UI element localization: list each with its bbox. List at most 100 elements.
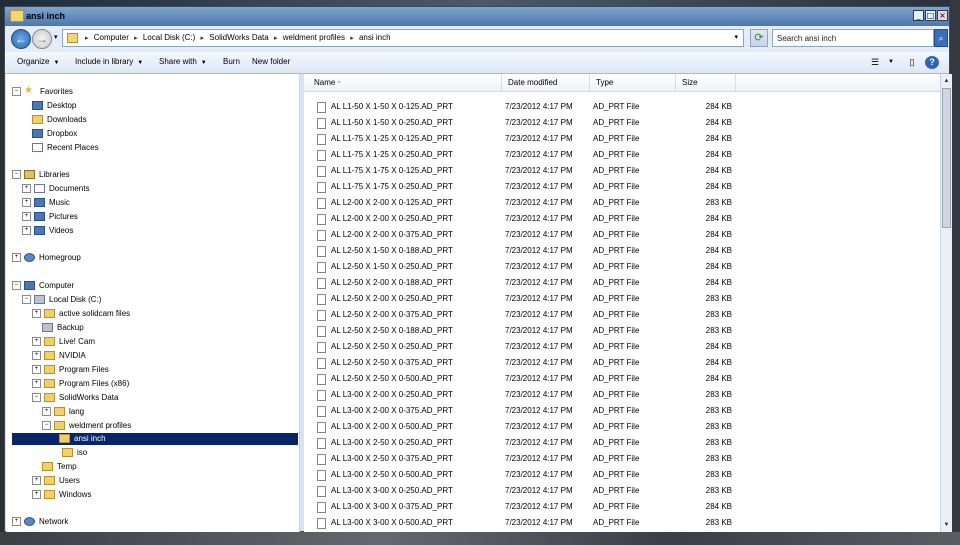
- search-icon[interactable]: ⌕: [934, 29, 948, 47]
- nav-downloads[interactable]: Downloads: [32, 114, 87, 126]
- expand-icon[interactable]: +: [32, 365, 41, 375]
- expand-icon[interactable]: +: [32, 309, 41, 319]
- expand-icon[interactable]: +: [32, 490, 41, 500]
- include-in-library-button[interactable]: Include in library ▼: [75, 57, 143, 66]
- nav-ansi-inch[interactable]: ansi inch: [12, 433, 298, 445]
- collapse-icon[interactable]: −: [12, 87, 21, 97]
- nav-libraries[interactable]: − Libraries: [12, 169, 70, 181]
- share-with-button[interactable]: Share with ▼: [159, 57, 207, 66]
- file-row[interactable]: AL L2-50 X 2-50 X 0-375.AD_PRT 7/23/2012 …: [304, 355, 940, 371]
- expand-icon[interactable]: +: [42, 407, 51, 417]
- preview-pane-icon[interactable]: ▯: [905, 56, 919, 69]
- nav-program-files-x86[interactable]: + Program Files (x86): [32, 378, 129, 390]
- expand-icon[interactable]: +: [12, 253, 21, 263]
- organize-button[interactable]: Organize ▼: [17, 57, 59, 66]
- nav-users[interactable]: + Users: [32, 475, 80, 487]
- collapse-icon[interactable]: −: [12, 281, 21, 291]
- forward-button[interactable]: →: [32, 29, 52, 49]
- nav-temp[interactable]: Temp: [32, 461, 77, 473]
- breadcrumb-ansi-inch[interactable]: ansi inch: [359, 33, 391, 42]
- file-row[interactable]: AL L2-50 X 2-00 X 0-250.AD_PRT 7/23/2012 …: [304, 291, 940, 307]
- minimize-button[interactable]: _: [913, 10, 924, 21]
- nav-videos[interactable]: + Videos: [22, 225, 73, 237]
- file-row[interactable]: AL L3-00 X 2-50 X 0-250.AD_PRT 7/23/2012 …: [304, 435, 940, 451]
- column-header-size[interactable]: Size: [676, 74, 736, 91]
- nav-homegroup[interactable]: + Homegroup: [12, 252, 81, 264]
- breadcrumb-computer[interactable]: Computer: [94, 33, 129, 42]
- file-row[interactable]: AL L3-00 X 3-00 X 0-375.AD_PRT 7/23/2012 …: [304, 499, 940, 515]
- file-row[interactable]: AL L1-50 X 1-50 X 0-250.AD_PRT 7/23/2012 …: [304, 115, 940, 131]
- file-row[interactable]: AL L2-50 X 2-50 X 0-250.AD_PRT 7/23/2012 …: [304, 339, 940, 355]
- address-history-dropdown[interactable]: ▾: [734, 33, 738, 41]
- file-row[interactable]: AL L2-50 X 1-50 X 0-188.AD_PRT 7/23/2012 …: [304, 243, 940, 259]
- breadcrumb-separator[interactable]: ▸: [134, 35, 138, 42]
- expand-icon[interactable]: +: [32, 476, 41, 486]
- file-row[interactable]: AL L3-00 X 2-00 X 0-375.AD_PRT 7/23/2012 …: [304, 403, 940, 419]
- back-button[interactable]: ←: [11, 29, 31, 49]
- file-row[interactable]: AL L2-50 X 2-00 X 0-188.AD_PRT 7/23/2012 …: [304, 275, 940, 291]
- file-row[interactable]: AL L2-00 X 2-00 X 0-125.AD_PRT 7/23/2012 …: [304, 195, 940, 211]
- file-row[interactable]: AL L3-00 X 2-00 X 0-500.AD_PRT 7/23/2012 …: [304, 419, 940, 435]
- file-row[interactable]: AL L2-00 X 2-00 X 0-250.AD_PRT 7/23/2012 …: [304, 211, 940, 227]
- nav-computer[interactable]: − Computer: [12, 280, 74, 292]
- file-row[interactable]: AL L3-00 X 3-00 X 0-500.AD_PRT 7/23/2012 …: [304, 515, 940, 531]
- nav-nvidia[interactable]: + NVIDIA: [32, 350, 86, 362]
- file-row[interactable]: AL L2-50 X 2-00 X 0-375.AD_PRT 7/23/2012 …: [304, 307, 940, 323]
- expand-icon[interactable]: +: [32, 337, 41, 347]
- nav-desktop[interactable]: Desktop: [32, 100, 76, 112]
- file-row[interactable]: AL L3-00 X 3-00 X 0-250.AD_PRT 7/23/2012 …: [304, 483, 940, 499]
- nav-live-cam[interactable]: + Live! Cam: [32, 336, 95, 348]
- expand-icon[interactable]: +: [22, 226, 31, 236]
- file-row[interactable]: AL L1-75 X 1-25 X 0-125.AD_PRT 7/23/2012 …: [304, 131, 940, 147]
- nav-iso[interactable]: iso: [52, 447, 87, 459]
- breadcrumb-separator[interactable]: ▸: [201, 35, 205, 42]
- file-row[interactable]: AL L3-00 X 2-50 X 0-500.AD_PRT 7/23/2012 …: [304, 467, 940, 483]
- expand-icon[interactable]: +: [12, 517, 21, 527]
- file-row[interactable]: AL L2-50 X 2-50 X 0-188.AD_PRT 7/23/2012 …: [304, 323, 940, 339]
- breadcrumb-separator[interactable]: ▸: [85, 35, 89, 42]
- nav-program-files[interactable]: + Program Files: [32, 364, 109, 376]
- breadcrumb-solidworks-data[interactable]: SolidWorks Data: [209, 33, 268, 42]
- expand-icon[interactable]: +: [32, 379, 41, 389]
- file-row[interactable]: AL L2-00 X 2-00 X 0-375.AD_PRT 7/23/2012 …: [304, 227, 940, 243]
- nav-weldment-profiles[interactable]: − weldment profiles: [42, 420, 131, 432]
- breadcrumb-separator[interactable]: ▸: [274, 35, 278, 42]
- file-row[interactable]: AL L3-00 X 2-00 X 0-250.AD_PRT 7/23/2012 …: [304, 387, 940, 403]
- file-row[interactable]: AL L1-50 X 1-50 X 0-125.AD_PRT 7/23/2012 …: [304, 99, 940, 115]
- maximize-button[interactable]: □: [925, 10, 936, 21]
- expand-icon[interactable]: +: [32, 351, 41, 361]
- refresh-button[interactable]: ⟳: [750, 29, 768, 47]
- title-bar[interactable]: ansi inch _ □ ×: [5, 7, 949, 26]
- change-view-icon[interactable]: ☰: [868, 56, 882, 69]
- address-bar[interactable]: ▸ Computer ▸ Local Disk (C:) ▸ SolidWork…: [62, 29, 744, 47]
- collapse-icon[interactable]: −: [22, 295, 31, 305]
- file-row[interactable]: AL L2-50 X 1-50 X 0-250.AD_PRT 7/23/2012 …: [304, 259, 940, 275]
- nav-pictures[interactable]: + Pictures: [22, 211, 78, 223]
- nav-dropbox[interactable]: Dropbox: [32, 128, 77, 140]
- collapse-icon[interactable]: −: [32, 393, 41, 403]
- column-header-type[interactable]: Type: [590, 74, 676, 91]
- nav-favorites[interactable]: − ★ Favorites: [12, 86, 73, 98]
- nav-windows[interactable]: + Windows: [32, 489, 91, 501]
- scroll-thumb[interactable]: [942, 88, 951, 228]
- nav-music[interactable]: + Music: [22, 197, 70, 209]
- help-icon[interactable]: ?: [925, 56, 939, 69]
- collapse-icon[interactable]: −: [42, 421, 51, 431]
- file-row[interactable]: AL L1-75 X 1-75 X 0-250.AD_PRT 7/23/2012 …: [304, 179, 940, 195]
- file-row[interactable]: AL L3-00 X 2-50 X 0-375.AD_PRT 7/23/2012 …: [304, 451, 940, 467]
- scroll-up-arrow[interactable]: ▲: [942, 76, 951, 86]
- nav-recent-places[interactable]: Recent Places: [32, 142, 99, 154]
- scroll-down-arrow[interactable]: ▼: [942, 520, 951, 530]
- file-row[interactable]: AL L2-50 X 2-50 X 0-500.AD_PRT 7/23/2012 …: [304, 371, 940, 387]
- collapse-icon[interactable]: −: [12, 170, 21, 180]
- vertical-scrollbar[interactable]: ▲ ▼: [940, 74, 952, 532]
- nav-network[interactable]: + Network: [12, 516, 68, 528]
- view-options-dropdown[interactable]: ▼: [884, 56, 898, 69]
- breadcrumb-local-disk[interactable]: Local Disk (C:): [143, 33, 195, 42]
- recent-pages-dropdown[interactable]: ▾: [54, 33, 58, 41]
- search-input[interactable]: Search ansi inch: [772, 29, 934, 47]
- close-button[interactable]: ×: [937, 10, 948, 21]
- column-header-date-modified[interactable]: Date modified: [502, 74, 590, 91]
- nav-active-solidcam-files[interactable]: + active solidcam files: [32, 308, 130, 320]
- file-row[interactable]: AL L1-75 X 1-75 X 0-125.AD_PRT 7/23/2012 …: [304, 163, 940, 179]
